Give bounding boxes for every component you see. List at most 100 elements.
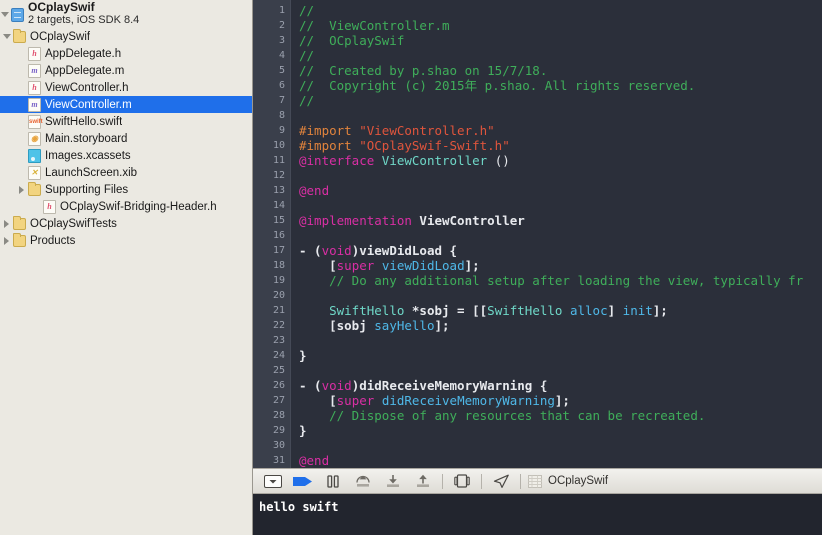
code-line[interactable]: @end <box>299 183 822 198</box>
line-number[interactable]: 10 <box>253 138 290 153</box>
navigator-item-supporting-files[interactable]: Supporting Files <box>0 181 252 198</box>
step-over-icon[interactable] <box>348 469 378 493</box>
code-line[interactable] <box>299 228 822 243</box>
code-line[interactable] <box>299 198 822 213</box>
code-line[interactable]: @implementation ViewController <box>299 213 822 228</box>
line-number[interactable]: 28 <box>253 408 290 423</box>
view-hierarchy-icon[interactable] <box>447 469 477 493</box>
code-line[interactable]: [super didReceiveMemoryWarning]; <box>299 393 822 408</box>
code-line[interactable] <box>299 108 822 123</box>
line-number[interactable]: 13 <box>253 183 290 198</box>
line-number[interactable]: 25 <box>253 363 290 378</box>
code-line[interactable]: - (void)didReceiveMemoryWarning { <box>299 378 822 393</box>
line-number[interactable]: 20 <box>253 288 290 303</box>
navigator-item-viewcontroller-m[interactable]: m ViewController.m <box>0 96 252 113</box>
code-line[interactable]: // <box>299 3 822 18</box>
navigator-item-appdelegate-h[interactable]: h AppDelegate.h <box>0 45 252 62</box>
code-line[interactable]: // Do any additional setup after loading… <box>299 273 822 288</box>
code-line[interactable] <box>299 363 822 378</box>
xcode-window: OCplaySwif 2 targets, iOS SDK 8.4 OCplay… <box>0 0 822 535</box>
line-number[interactable]: 29 <box>253 423 290 438</box>
code-line[interactable]: @end <box>299 453 822 468</box>
navigator-file-list[interactable]: OCplaySwif h AppDelegate.h m AppDelegate.m h V… <box>0 28 252 249</box>
line-number[interactable]: 1 <box>253 3 290 18</box>
code-line[interactable]: // Created by p.shao on 15/7/18. <box>299 63 822 78</box>
line-number[interactable]: 17 <box>253 243 290 258</box>
line-number[interactable]: 16 <box>253 228 290 243</box>
code-line[interactable]: // Copyright (c) 2015年 p.shao. All right… <box>299 78 822 93</box>
line-number[interactable]: 26 <box>253 378 290 393</box>
code-line[interactable]: } <box>299 348 822 363</box>
code-line[interactable]: [super viewDidLoad]; <box>299 258 822 273</box>
navigator-item-products[interactable]: Products <box>0 232 252 249</box>
code-line[interactable]: #import "ViewController.h" <box>299 123 822 138</box>
location-icon[interactable] <box>486 469 516 493</box>
line-number[interactable]: 14 <box>253 198 290 213</box>
line-number[interactable]: 18 <box>253 258 290 273</box>
line-number[interactable]: 15 <box>253 213 290 228</box>
step-into-icon[interactable] <box>378 469 408 493</box>
line-number[interactable]: 21 <box>253 303 290 318</box>
project-navigator[interactable]: OCplaySwif 2 targets, iOS SDK 8.4 OCplay… <box>0 0 253 535</box>
navigator-item-ocplayswif[interactable]: OCplaySwif <box>0 28 252 45</box>
project-disclosure-triangle[interactable] <box>0 6 11 23</box>
code-line[interactable]: // ViewController.m <box>299 18 822 33</box>
line-number[interactable]: 3 <box>253 33 290 48</box>
line-number[interactable]: 24 <box>253 348 290 363</box>
navigator-item-images-xcassets[interactable]: Images.xcassets <box>0 147 252 164</box>
navigator-item-main-storyboard[interactable]: ◉ Main.storyboard <box>0 130 252 147</box>
disclosure-triangle-icon[interactable] <box>2 28 13 45</box>
code-line[interactable] <box>299 168 822 183</box>
line-number[interactable]: 5 <box>253 63 290 78</box>
code-line[interactable]: @interface ViewController () <box>299 153 822 168</box>
line-number[interactable]: 4 <box>253 48 290 63</box>
console-output[interactable]: hello swift <box>253 494 822 535</box>
code-line[interactable]: // <box>299 93 822 108</box>
code-line[interactable] <box>299 333 822 348</box>
disclosure-triangle-icon[interactable] <box>2 232 13 249</box>
line-number[interactable]: 19 <box>253 273 290 288</box>
line-number[interactable]: 12 <box>253 168 290 183</box>
navigator-item-ocplayswiftests[interactable]: OCplaySwifTests <box>0 215 252 232</box>
line-number[interactable]: 2 <box>253 18 290 33</box>
code-line[interactable] <box>299 288 822 303</box>
debug-toolbar[interactable]: OCplaySwif <box>253 468 822 494</box>
line-number[interactable]: 23 <box>253 333 290 348</box>
code-line[interactable]: [sobj sayHello]; <box>299 318 822 333</box>
code-line[interactable]: // OCplaySwif <box>299 33 822 48</box>
navigator-item-viewcontroller-h[interactable]: h ViewController.h <box>0 79 252 96</box>
line-number[interactable]: 27 <box>253 393 290 408</box>
code-line[interactable] <box>299 438 822 453</box>
disclosure-triangle-icon[interactable] <box>2 215 13 232</box>
code-line[interactable]: #import "OCplaySwif-Swift.h" <box>299 138 822 153</box>
navigator-item-launchscreen-xib[interactable]: ✕ LaunchScreen.xib <box>0 164 252 181</box>
line-number[interactable]: 31 <box>253 453 290 468</box>
line-number[interactable]: 30 <box>253 438 290 453</box>
code-line[interactable]: // <box>299 48 822 63</box>
pause-icon[interactable] <box>318 469 348 493</box>
code-line[interactable]: // Dispose of any resources that can be … <box>299 408 822 423</box>
source-code-text[interactable]: //// ViewController.m// OCplaySwif//// C… <box>291 0 822 468</box>
navigator-spacer <box>17 147 28 164</box>
line-number[interactable]: 7 <box>253 93 290 108</box>
navigator-item-appdelegate-m[interactable]: m AppDelegate.m <box>0 62 252 79</box>
continue-icon[interactable] <box>288 469 318 493</box>
toggle-debug-area-icon[interactable] <box>258 469 288 493</box>
navigator-item-swifthello-swift[interactable]: swift SwiftHello.swift <box>0 113 252 130</box>
disclosure-triangle-icon[interactable] <box>17 181 28 198</box>
step-out-icon[interactable] <box>408 469 438 493</box>
source-editor[interactable]: 1 2 3 4 5 6 7 8 9 10 11 12 13 14 15 16 17 18 19 20 21 22 23 24 2… <box>253 0 822 468</box>
line-number[interactable]: 22 <box>253 318 290 333</box>
project-root-row[interactable]: OCplaySwif 2 targets, iOS SDK 8.4 <box>0 0 252 28</box>
navigator-item-ocplayswif-bridging-header-h[interactable]: h OCplaySwif-Bridging-Header.h <box>0 198 252 215</box>
line-number[interactable]: 8 <box>253 108 290 123</box>
line-number[interactable]: 9 <box>253 123 290 138</box>
code-line[interactable]: } <box>299 423 822 438</box>
line-number-gutter[interactable]: 1 2 3 4 5 6 7 8 9 10 11 12 13 14 15 16 17 18 19 20 21 22 23 24 2… <box>253 0 291 468</box>
code-line[interactable]: SwiftHello *sobj = [[SwiftHello alloc] i… <box>299 303 822 318</box>
code-line[interactable]: - (void)viewDidLoad { <box>299 243 822 258</box>
stack-frame-icon[interactable] <box>525 469 545 493</box>
line-number[interactable]: 11 <box>253 153 290 168</box>
line-number[interactable]: 6 <box>253 78 290 93</box>
